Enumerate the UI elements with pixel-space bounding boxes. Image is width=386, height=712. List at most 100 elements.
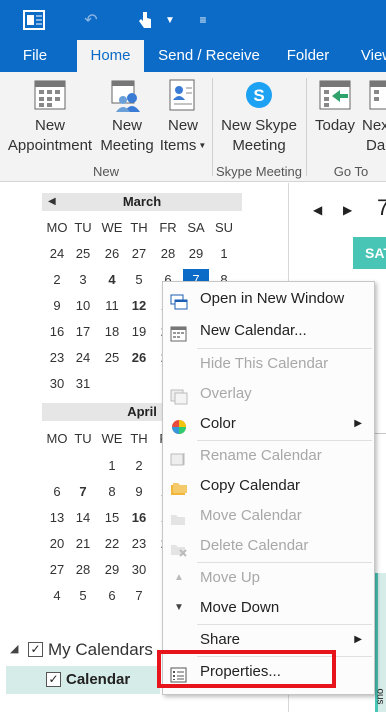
tab-home[interactable]: Home — [77, 40, 144, 72]
calendar-day[interactable]: 16 — [44, 321, 70, 343]
ribbon-tabs: File Home Send / Receive Folder View — [0, 40, 386, 72]
calendar-day[interactable]: 4 — [99, 269, 125, 291]
menu-item-copy-calendar[interactable]: Copy Calendar — [163, 471, 374, 501]
calendar-day[interactable]: 30 — [44, 373, 70, 395]
today-button[interactable]: Today — [312, 78, 358, 136]
calendar-day[interactable]: 24 — [44, 243, 70, 265]
calendar-day[interactable]: 12 — [126, 295, 152, 317]
dow-label: MO — [46, 220, 68, 235]
menu-label: Overlay — [200, 385, 252, 402]
calendar-day[interactable]: 21 — [70, 533, 96, 555]
menu-item-overlay: Overlay — [163, 379, 374, 409]
my-calendars-group[interactable]: ◢ ✓ My Calendars — [10, 640, 160, 662]
calendar-item[interactable]: ✓ Calendar — [6, 666, 160, 694]
new-window-icon — [170, 291, 188, 310]
new-meeting-button[interactable]: New Meeting — [98, 78, 156, 156]
calendar-day[interactable]: 2 — [44, 269, 70, 291]
date-heading: 7 — [377, 195, 386, 220]
calendar-day[interactable]: 8 — [99, 481, 125, 503]
calendar-day[interactable]: 6 — [44, 481, 70, 503]
calendar-day[interactable]: 5 — [126, 269, 152, 291]
new-appointment-label-1: New — [34, 117, 65, 134]
rename-icon — [170, 448, 188, 466]
calendar-day[interactable]: 9 — [44, 295, 70, 317]
new-skype-meeting-label-2: Meeting — [232, 137, 286, 154]
calendar-day[interactable]: 1 — [99, 455, 125, 477]
menu-item-new-calendar[interactable]: New Calendar... — [163, 316, 374, 346]
calendar-day[interactable]: 29 — [183, 243, 209, 265]
calendar-day[interactable]: 15 — [99, 507, 125, 529]
calendar-day[interactable]: 10 — [70, 295, 96, 317]
menu-label: Move Calendar — [200, 507, 302, 524]
collapse-icon[interactable]: ◢ — [10, 642, 18, 655]
menu-label: Move Up — [200, 569, 261, 586]
menu-item-color[interactable]: Color ▶ — [163, 409, 374, 439]
menu-item-open-new-window[interactable]: Open in New Window — [163, 284, 374, 314]
calendar-day[interactable]: 27 — [44, 559, 70, 581]
calendar-day[interactable]: 26 — [99, 243, 125, 265]
touch-dropdown-icon[interactable]: ▼ — [158, 8, 182, 32]
calendar-day[interactable]: 27 — [126, 243, 152, 265]
appointment-block[interactable]: ous — [375, 573, 386, 712]
new-items-button[interactable]: New Items ▼ — [158, 78, 208, 156]
calendar-day[interactable]: 13 — [44, 507, 70, 529]
calendar-day[interactable]: 20 — [44, 533, 70, 555]
new-items-label-1: New — [167, 117, 198, 134]
menu-item-hide-calendar: Hide This Calendar — [163, 349, 374, 379]
calendar-day[interactable]: 25 — [70, 243, 96, 265]
calendar-day[interactable]: 24 — [70, 347, 96, 369]
calendar-day[interactable]: 5 — [70, 585, 96, 607]
calendar-day[interactable]: 2 — [126, 455, 152, 477]
calendar-day[interactable]: 11 — [99, 295, 125, 317]
next-days-label-1: Next — [362, 117, 386, 134]
calendar-day[interactable]: 28 — [155, 243, 181, 265]
tab-view[interactable]: View — [352, 40, 386, 72]
undo-icon[interactable]: ↶ — [79, 8, 103, 32]
calendar-day[interactable]: 3 — [70, 269, 96, 291]
calendar-day[interactable]: 14 — [70, 507, 96, 529]
touch-mode-icon[interactable] — [133, 8, 157, 32]
calendar-day[interactable]: 22 — [99, 533, 125, 555]
next-day-icon[interactable]: ▶ — [343, 203, 352, 217]
calendar-day[interactable]: 7 — [70, 481, 96, 503]
calendar-day[interactable]: 31 — [70, 373, 96, 395]
tab-file[interactable]: File — [12, 40, 58, 72]
calendar-day[interactable]: 23 — [126, 533, 152, 555]
tab-folder[interactable]: Folder — [280, 40, 336, 72]
tab-send-receive[interactable]: Send / Receive — [150, 40, 268, 72]
calendar-day[interactable]: 9 — [126, 481, 152, 503]
new-meeting-label-2: Meeting — [100, 137, 154, 154]
new-appointment-button[interactable]: New Appointment — [4, 78, 96, 156]
today-icon — [318, 78, 352, 112]
calendar-day[interactable]: 1 — [211, 243, 237, 265]
calendar-day[interactable]: 7 — [126, 585, 152, 607]
menu-item-rename-calendar: Rename Calendar — [163, 441, 374, 471]
group-label-new: New — [92, 164, 119, 179]
dow-label: FR — [159, 220, 177, 235]
calendar-day[interactable]: 17 — [70, 321, 96, 343]
calendar-day[interactable]: 26 — [126, 347, 152, 369]
calendar-day[interactable]: 4 — [44, 585, 70, 607]
calendar-day[interactable]: 29 — [99, 559, 125, 581]
next-days-button[interactable]: Next Da — [362, 78, 386, 156]
month-label-march: March — [122, 194, 162, 209]
calendar-day[interactable]: 28 — [70, 559, 96, 581]
calendar-day[interactable]: 18 — [99, 321, 125, 343]
title-bar: ↶ ▼ ≡ — [0, 0, 386, 40]
menu-item-move-down[interactable]: ▼ Move Down — [163, 593, 374, 623]
customize-toolbar-icon[interactable]: ≡ — [191, 8, 215, 32]
new-skype-meeting-button[interactable]: S New Skype Meeting — [216, 78, 302, 156]
calendar-day[interactable]: 16 — [126, 507, 152, 529]
calendar-day[interactable]: 23 — [44, 347, 70, 369]
group-label-skype: Skype Meeting — [216, 164, 302, 179]
calendar-day[interactable]: 30 — [126, 559, 152, 581]
prev-month-icon[interactable]: ◀ — [48, 193, 56, 211]
calendar-day[interactable]: 19 — [126, 321, 152, 343]
dow-label: MO — [46, 431, 68, 446]
my-calendars-checkbox[interactable]: ✓ — [28, 642, 43, 657]
new-skype-meeting-label-1: New Skype — [221, 117, 297, 134]
prev-day-icon[interactable]: ◀ — [313, 203, 322, 217]
calendar-checkbox[interactable]: ✓ — [46, 672, 61, 687]
calendar-day[interactable]: 25 — [99, 347, 125, 369]
calendar-day[interactable]: 6 — [99, 585, 125, 607]
